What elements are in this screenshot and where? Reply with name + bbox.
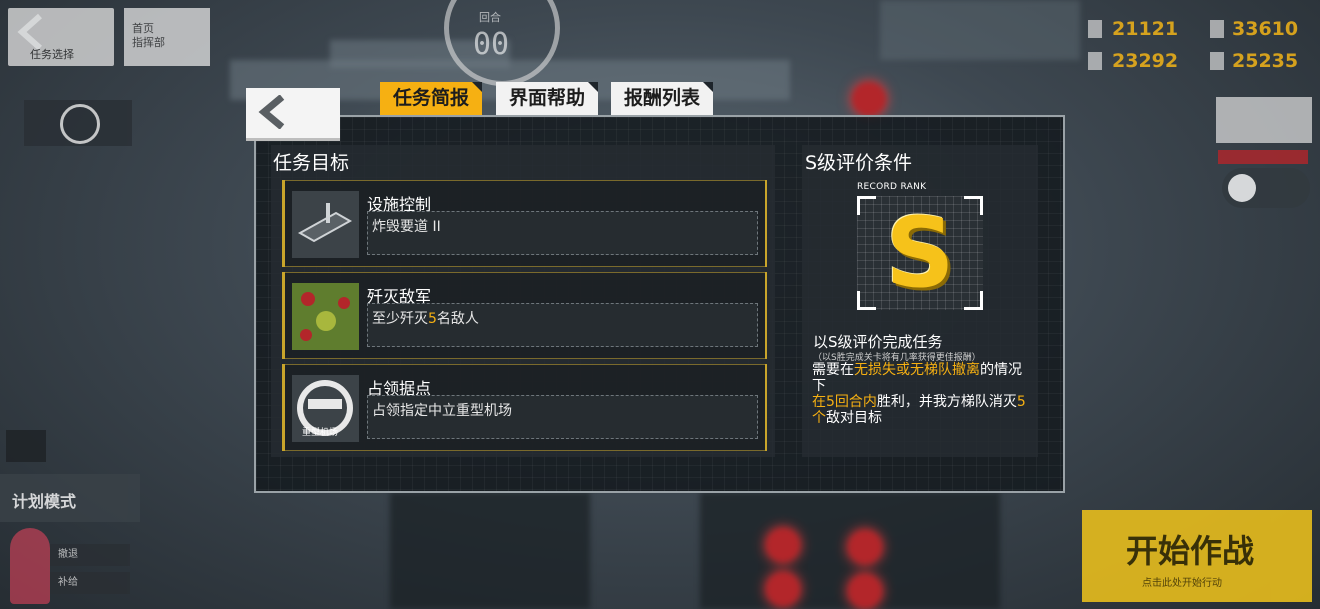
resource-parts: 25235: [1232, 50, 1299, 72]
objective-desc: 至少歼灭5名敌人: [372, 311, 479, 327]
enemy-node-icon: [766, 528, 800, 562]
start-battle-label: 开始作战: [1126, 532, 1255, 570]
resource-manpower: 21121: [1112, 18, 1179, 40]
objective-desc: 占领指定中立重型机场: [372, 403, 512, 419]
enemy-node-icon: [848, 574, 882, 608]
side-red-bar: [1218, 150, 1308, 164]
side-toggle[interactable]: [1222, 168, 1310, 208]
plan-mode-label: 计划模式: [12, 492, 77, 511]
back-button[interactable]: 任务选择: [8, 8, 114, 66]
plan-mode-button[interactable]: 计划模式: [0, 474, 140, 522]
rank-title: S级评价条件: [805, 152, 913, 174]
rank-condition-line-1: 需要在无损失或无梯队撤离的情况下: [812, 362, 1022, 394]
ammo-icon: [1210, 20, 1224, 38]
rank-condition-title: 以S级评价完成任务: [813, 333, 943, 351]
heavy-airport-icon: 重型机场: [292, 375, 359, 442]
turn-label: 回合: [479, 11, 501, 24]
info-icon: [60, 104, 100, 144]
rank-letter: S: [885, 197, 955, 309]
enemy-node-icon: [848, 530, 882, 564]
supply-button[interactable]: 补给: [50, 572, 130, 594]
rank-badge: S: [857, 196, 983, 310]
map-structure: [390, 492, 590, 609]
chevron-left-icon: [258, 95, 285, 129]
toggle-knob: [1228, 174, 1256, 202]
echelon-icon[interactable]: [10, 528, 50, 604]
side-panel[interactable]: [1216, 97, 1312, 143]
objectives-title: 任务目标: [273, 152, 350, 174]
enemy-node-icon: [852, 82, 886, 116]
tab-interface-help[interactable]: 界面帮助: [496, 82, 598, 115]
start-battle-button[interactable]: 开始作战 点击此处开始行动: [1082, 510, 1312, 602]
facility-icon: [292, 191, 359, 258]
resource-ration: 23292: [1112, 50, 1179, 72]
tab-reward-list[interactable]: 报酬列表: [611, 82, 713, 115]
retreat-button[interactable]: 撤退: [50, 544, 130, 566]
enemy-map-icon: [292, 283, 359, 350]
objective-card: 设施控制 炸毁要道 II: [282, 180, 767, 267]
manpower-icon: [1088, 20, 1102, 38]
turn-number: 00: [473, 27, 510, 62]
objective-card: 歼灭敌军 至少歼灭5名敌人: [282, 272, 767, 359]
map-structure: [880, 0, 1080, 60]
objective-desc: 炸毁要道 II: [372, 219, 441, 235]
start-battle-sub: 点击此处开始行动: [1142, 578, 1222, 589]
back-label: 任务选择: [30, 48, 74, 61]
dialog-back-button[interactable]: [246, 88, 340, 141]
parts-icon: [1210, 52, 1224, 70]
home-button[interactable]: 首页 指挥部: [124, 8, 210, 66]
objective-card: 重型机场 占领据点 占领指定中立重型机场: [282, 364, 767, 451]
info-button[interactable]: [24, 100, 132, 146]
enemy-node-icon: [766, 572, 800, 606]
home-label-2: 指挥部: [132, 36, 165, 49]
resource-ammo: 33610: [1232, 18, 1299, 40]
tab-mission-briefing[interactable]: 任务简报: [380, 82, 482, 115]
home-label-1: 首页: [132, 22, 154, 35]
eye-icon[interactable]: [6, 430, 46, 462]
ration-icon: [1088, 52, 1102, 70]
record-rank-label: RECORD RANK: [857, 182, 927, 192]
rank-condition-line-2: 在5回合内胜利，并我方梯队消灭5个敌对目标: [812, 394, 1026, 426]
